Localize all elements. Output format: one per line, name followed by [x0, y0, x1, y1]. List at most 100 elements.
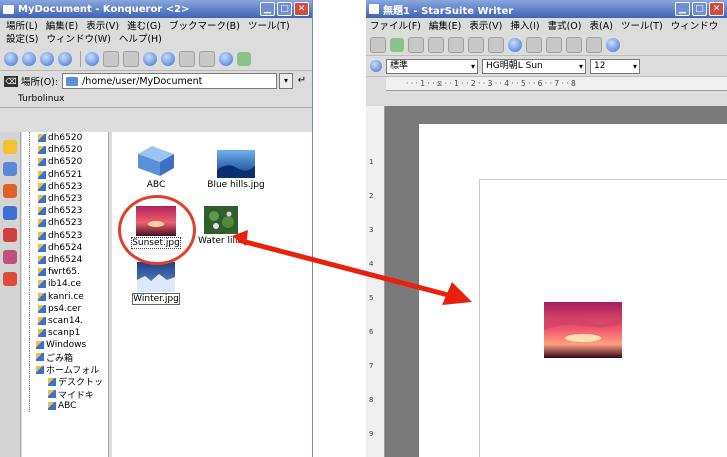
menu-tools[interactable]: ツール(T) [621, 21, 663, 32]
menu-insert[interactable]: 挿入(I) [510, 21, 539, 32]
tree-item[interactable]: デスクトッ [22, 375, 108, 388]
clear-location-icon[interactable]: ⌫ [4, 75, 18, 87]
tree-item[interactable]: ABC [22, 400, 108, 413]
tree-item[interactable]: dh6523 [22, 180, 108, 193]
tree-item[interactable]: dh6523 [22, 217, 108, 230]
menu-table[interactable]: 表(A) [590, 21, 613, 32]
konqueror-titlebar[interactable]: MyDocument - Konqueror <2> ▁ □ ✕ [0, 0, 312, 18]
horizontal-ruler[interactable]: · · · 1 · · ⧖ · · 1 · · 2 · · 3 · · 4 · … [386, 77, 727, 91]
save-icon[interactable] [408, 37, 424, 53]
root-folder-icon[interactable] [3, 272, 17, 286]
menu-view[interactable]: 表示(V) [469, 21, 502, 32]
history-icon[interactable] [3, 162, 17, 176]
konqueror-gear-icon[interactable] [237, 52, 251, 66]
document-area[interactable] [385, 106, 727, 457]
zoom-in-icon[interactable] [143, 52, 157, 66]
paste-icon[interactable] [586, 37, 602, 53]
turbolinux-tab[interactable]: Turbolinux [18, 94, 65, 104]
maximize-button[interactable]: □ [277, 2, 292, 16]
home-icon[interactable] [58, 52, 72, 66]
menu-window[interactable]: ウィンドウ(W) [46, 34, 110, 45]
edit-file-icon[interactable] [390, 38, 404, 52]
tree-item[interactable]: ホームフォル [22, 363, 108, 376]
reload-icon[interactable] [85, 52, 99, 66]
print-icon[interactable] [468, 37, 484, 53]
forward-arrow-icon[interactable] [40, 52, 54, 66]
file-item[interactable]: Winter.jpg [118, 262, 194, 305]
close-button[interactable]: ✕ [294, 2, 309, 16]
inserted-sunset-image[interactable] [544, 302, 622, 358]
icon-view-icon[interactable] [179, 51, 195, 67]
tree-item[interactable]: ib14.ce [22, 278, 108, 291]
writer-titlebar[interactable]: 無題1 - StarSuite Writer ▁ □ ✕ [366, 0, 727, 18]
writer-maximize-button[interactable]: □ [692, 2, 707, 16]
location-input[interactable]: /home/user/MyDocument [62, 73, 277, 89]
tree-item[interactable]: dh6523 [22, 205, 108, 218]
font-name-select[interactable]: HG明朝L Sun [482, 58, 586, 74]
menu-go[interactable]: 進む(G) [127, 21, 161, 32]
network-icon[interactable] [3, 206, 17, 220]
menu-bookmarks[interactable]: ブックマーク(B) [169, 21, 240, 32]
zoom-out-icon[interactable] [161, 52, 175, 66]
export-pdf-icon[interactable] [448, 37, 464, 53]
new-document-icon[interactable] [370, 37, 386, 53]
bookmark-star-icon[interactable] [3, 140, 17, 154]
print-icon[interactable] [123, 51, 139, 67]
writer-close-button[interactable]: ✕ [709, 2, 724, 16]
menu-settings[interactable]: 設定(S) [6, 34, 38, 45]
tree-item[interactable]: dh6524 [22, 241, 108, 254]
tree-item[interactable]: dh6521 [22, 168, 108, 181]
go-icon[interactable]: ↵ [296, 74, 308, 88]
tree-item[interactable]: dh6524 [22, 253, 108, 267]
menu-help[interactable]: ヘルプ(H) [119, 34, 162, 45]
tree-item[interactable]: kanri.ce [22, 290, 108, 303]
menu-location[interactable]: 場所(L) [6, 21, 38, 32]
tree-item[interactable]: ごみ箱 [22, 351, 108, 364]
detail-view-icon[interactable] [219, 52, 233, 66]
menu-edit[interactable]: 編集(E) [46, 21, 78, 32]
menu-file[interactable]: ファイル(F) [370, 21, 421, 32]
menu-format[interactable]: 書式(O) [548, 21, 582, 32]
writer-minimize-button[interactable]: ▁ [675, 2, 690, 16]
copy-icon[interactable] [566, 37, 582, 53]
tree-item[interactable]: scanp1 [22, 327, 108, 340]
format-paintbrush-icon[interactable] [606, 38, 620, 52]
font-size-select[interactable]: 12 [590, 58, 640, 74]
tree-item-label: dh6524 [48, 242, 83, 253]
menu-edit[interactable]: 編集(E) [429, 21, 461, 32]
paragraph-style-select[interactable]: 標準 [386, 58, 478, 74]
minimize-button[interactable]: ▁ [260, 2, 275, 16]
tree-item[interactable]: Windows [22, 339, 108, 352]
document-page[interactable] [419, 124, 727, 457]
tree-item[interactable]: ps4.cer [22, 302, 108, 315]
location-dropdown-icon[interactable]: ▾ [279, 73, 293, 89]
vertical-ruler[interactable]: 1 2 3 4 5 6 7 8 9 [366, 106, 385, 457]
devices-icon[interactable] [3, 228, 17, 242]
tree-item[interactable]: fwrt65. [22, 266, 108, 279]
stylist-icon[interactable] [370, 60, 382, 72]
list-view-icon[interactable] [199, 51, 215, 67]
file-item[interactable]: ABC [118, 144, 194, 190]
email-icon[interactable] [428, 37, 444, 53]
services-icon[interactable] [3, 250, 17, 264]
file-item[interactable]: Water lilies.jpg [198, 206, 244, 246]
home-folder-icon[interactable] [3, 184, 17, 198]
tree-item[interactable]: dh6520 [22, 132, 108, 145]
file-item[interactable]: Blue hills.jpg [198, 150, 274, 190]
tree-item[interactable]: dh6523 [22, 229, 108, 242]
cut-icon[interactable] [546, 37, 562, 53]
tree-item[interactable]: マイドキ [22, 387, 108, 401]
page-preview-icon[interactable] [488, 37, 504, 53]
menu-tools[interactable]: ツール(T) [248, 21, 290, 32]
tree-item[interactable]: dh6520 [22, 144, 108, 157]
autospell-icon[interactable] [526, 37, 542, 53]
menu-view[interactable]: 表示(V) [86, 21, 119, 32]
tree-item[interactable]: dh6523 [22, 192, 108, 206]
menu-window[interactable]: ウィンドウ [671, 21, 719, 32]
up-arrow-icon[interactable] [4, 52, 18, 66]
back-arrow-icon[interactable] [22, 52, 36, 66]
stop-icon[interactable] [103, 51, 119, 67]
tree-item[interactable]: scan14. [22, 314, 108, 327]
spellcheck-icon[interactable] [508, 38, 522, 52]
tree-item[interactable]: dh6520 [22, 156, 108, 169]
